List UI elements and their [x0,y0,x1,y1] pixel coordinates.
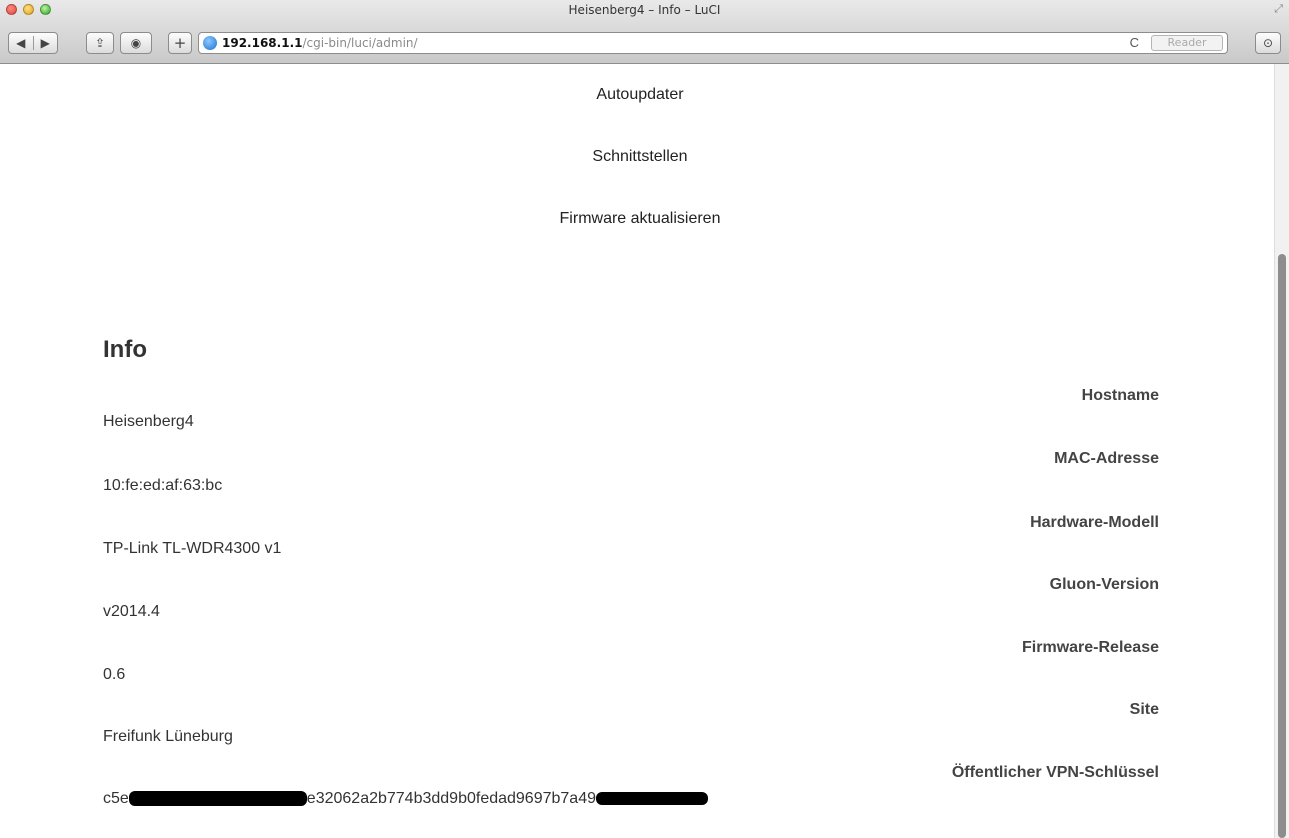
redaction-mark [128,791,307,807]
reader-button[interactable]: Reader [1151,35,1223,51]
browser-window-chrome: Heisenberg4 – Info – LuCI ⤢ ◀ ▶ ⇪ ◉ + 19… [0,0,1289,64]
vpn-key-visible-middle: e32062a2b774b3dd9b0fedad9697b7a49 [306,790,596,807]
label-site: Site [1129,701,1159,718]
value-site: Freifunk Lüneburg [103,728,233,745]
url-path: /cgi-bin/luci/admin/ [302,36,418,50]
page-viewport: Autoupdater Schnittstellen Firmware aktu… [0,64,1289,838]
scrollbar-thumb[interactable] [1278,254,1286,838]
label-mac-adresse: MAC-Adresse [1054,450,1159,467]
label-vpn-schluessel: Öffentlicher VPN-Schlüssel [951,764,1159,781]
nav-autoupdater[interactable]: Autoupdater [0,86,1280,104]
label-firmware-release: Firmware-Release [1022,639,1159,656]
browser-toolbar: ◀ ▶ ⇪ ◉ + 192.168.1.1/cgi-bin/luci/admin… [8,32,1285,56]
value-mac-adresse: 10:fe:ed:af:63:bc [103,477,223,494]
back-forward-buttons: ◀ ▶ [8,32,58,54]
redaction-mark [596,792,708,806]
value-hostname: Heisenberg4 [103,413,194,430]
vpn-key-visible-start: c5e [103,790,129,807]
window-title: Heisenberg4 – Info – LuCI [568,3,721,17]
downloads-button[interactable]: ⊙ [1255,32,1281,54]
forward-button[interactable]: ▶ [34,36,58,50]
value-vpn-schluessel: c5e e32062a2b774b3dd9b0fedad9697b7a49 [103,790,708,808]
share-button[interactable]: ⇪ [86,32,114,54]
vertical-scrollbar[interactable] [1274,64,1289,838]
address-bar[interactable]: 192.168.1.1/cgi-bin/luci/admin/ C Reader [198,32,1228,54]
value-firmware-release: 0.6 [103,666,126,683]
label-gluon-version: Gluon-Version [1049,576,1159,593]
globe-icon [203,36,217,50]
new-tab-button[interactable]: + [168,32,192,54]
label-hardware-modell: Hardware-Modell [1030,514,1159,531]
reload-icon[interactable]: C [1130,35,1139,50]
fullscreen-icon[interactable]: ⤢ [1274,3,1283,16]
value-hardware-modell: TP-Link TL-WDR4300 v1 [103,540,282,557]
value-gluon-version: v2014.4 [103,603,160,620]
url-text[interactable]: 192.168.1.1/cgi-bin/luci/admin/ [222,36,418,50]
back-button[interactable]: ◀ [9,36,34,50]
top-sites-button[interactable]: ◉ [120,32,152,54]
page-title: Info [103,336,147,363]
label-hostname: Hostname [1081,387,1159,404]
nav-schnittstellen[interactable]: Schnittstellen [0,148,1280,166]
nav-firmware-aktualisieren[interactable]: Firmware aktualisieren [0,210,1280,228]
url-host: 192.168.1.1 [222,36,303,50]
